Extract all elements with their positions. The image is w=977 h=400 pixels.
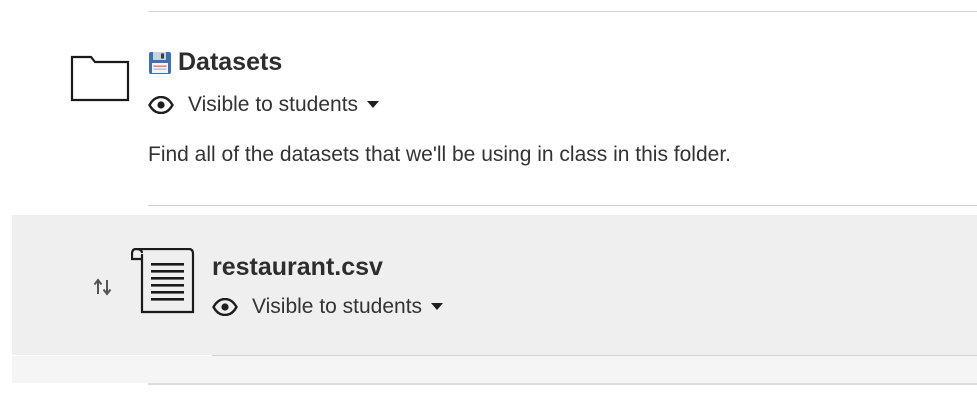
file-title[interactable]: restaurant.csv bbox=[212, 253, 383, 282]
folder-visibility-label: Visible to students bbox=[188, 93, 359, 116]
eye-icon bbox=[148, 96, 174, 114]
file-visibility-label: Visible to students bbox=[252, 295, 423, 318]
folder-title-link[interactable]: Datasets bbox=[148, 48, 282, 77]
floppy-disk-icon bbox=[148, 51, 172, 75]
document-icon bbox=[130, 247, 195, 321]
top-divider bbox=[148, 11, 977, 12]
folder-title[interactable]: Datasets bbox=[178, 48, 282, 77]
folder-visibility-dropdown[interactable]: Visible to students bbox=[148, 93, 380, 117]
next-row-placeholder bbox=[12, 356, 977, 383]
eye-icon bbox=[212, 298, 238, 316]
folder-icon bbox=[70, 53, 130, 108]
bottom-divider bbox=[148, 383, 977, 385]
folder-description: Find all of the datasets that we'll be u… bbox=[148, 143, 731, 166]
file-title-link[interactable]: restaurant.csv bbox=[212, 253, 383, 282]
sort-arrows-icon[interactable] bbox=[92, 276, 114, 303]
file-visibility-dropdown[interactable]: Visible to students bbox=[212, 295, 444, 319]
folder-divider bbox=[148, 205, 977, 206]
caret-down-icon bbox=[431, 303, 444, 311]
caret-down-icon bbox=[367, 101, 380, 109]
